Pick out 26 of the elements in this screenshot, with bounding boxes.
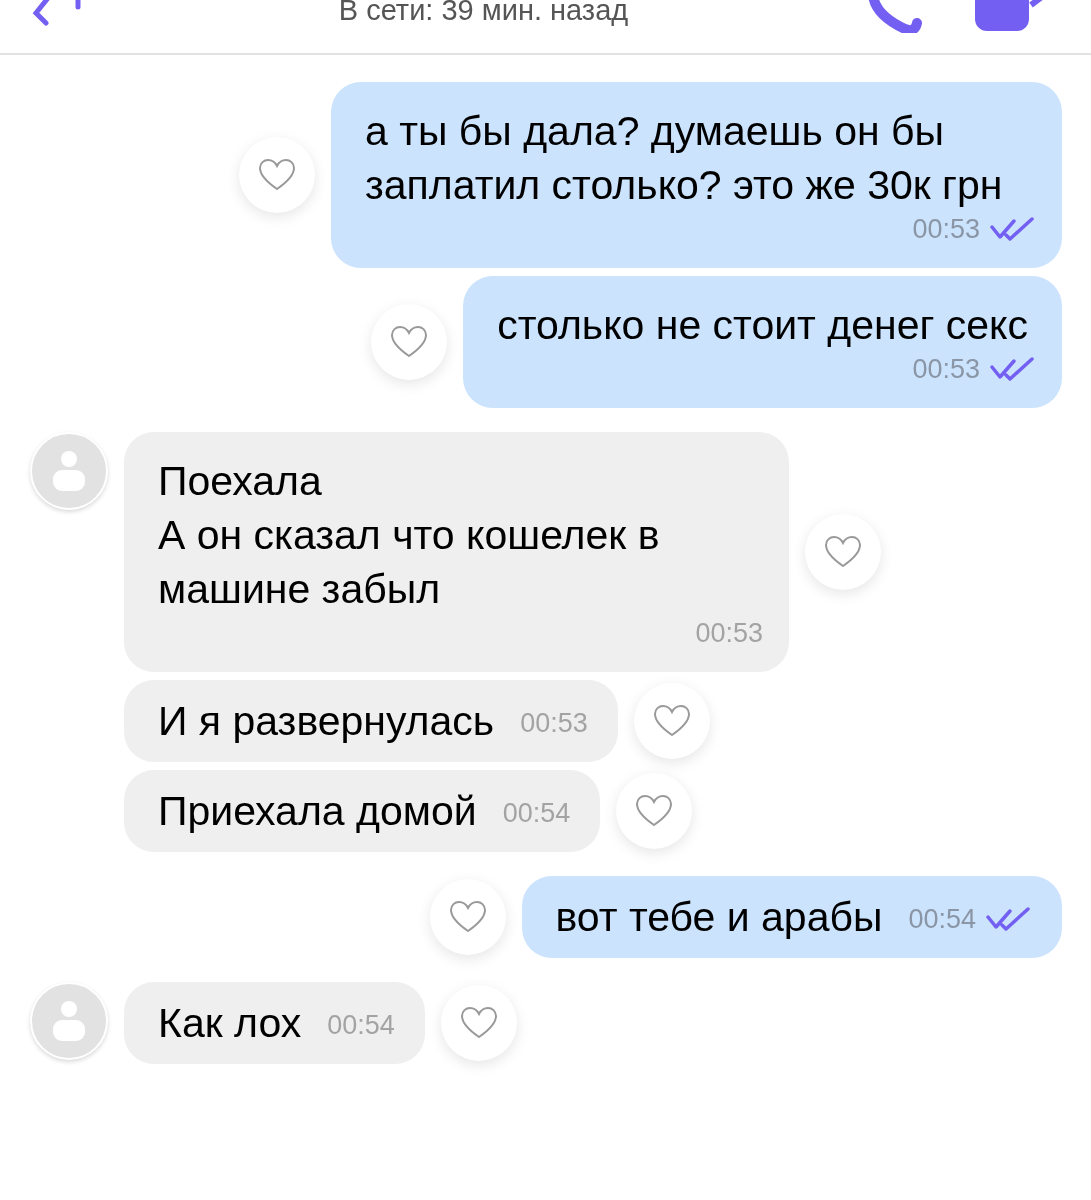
heart-icon — [824, 535, 862, 569]
message-text: а ты бы дала? думаешь он бы заплатил столько? это же 30к грн — [365, 107, 1004, 210]
heart-icon — [635, 794, 674, 828]
heart-icon — [448, 900, 487, 934]
message-text: вот тебе и арабы — [555, 893, 883, 942]
heart-icon — [652, 704, 691, 738]
message-time: 00:54 — [908, 903, 976, 936]
message-time: 00:54 — [502, 797, 571, 830]
message-time: 00:53 — [695, 617, 763, 650]
message-time: 00:53 — [912, 213, 980, 246]
message-time: 00:54 — [327, 1009, 395, 1042]
heart-icon — [390, 325, 429, 359]
heart-icon — [459, 1006, 498, 1040]
heart-icon — [258, 158, 296, 192]
message-time: 00:53 — [520, 707, 588, 740]
person-icon — [52, 450, 86, 492]
message-text: И я развернулась — [158, 697, 495, 746]
message-text: Поехала А он сказал что кошелек в машине забыл — [158, 457, 661, 614]
last-seen-status: В сети: 39 мин. назад — [337, 0, 630, 25]
avatar[interactable] — [30, 432, 108, 510]
message-text: столько не стоит денег секс — [497, 301, 1028, 350]
message-time: 00:53 — [912, 353, 980, 386]
message-text: Приехала домой — [158, 787, 477, 836]
message-text: Как лох — [158, 999, 302, 1048]
person-icon — [52, 1000, 86, 1042]
avatar[interactable] — [30, 982, 108, 1060]
